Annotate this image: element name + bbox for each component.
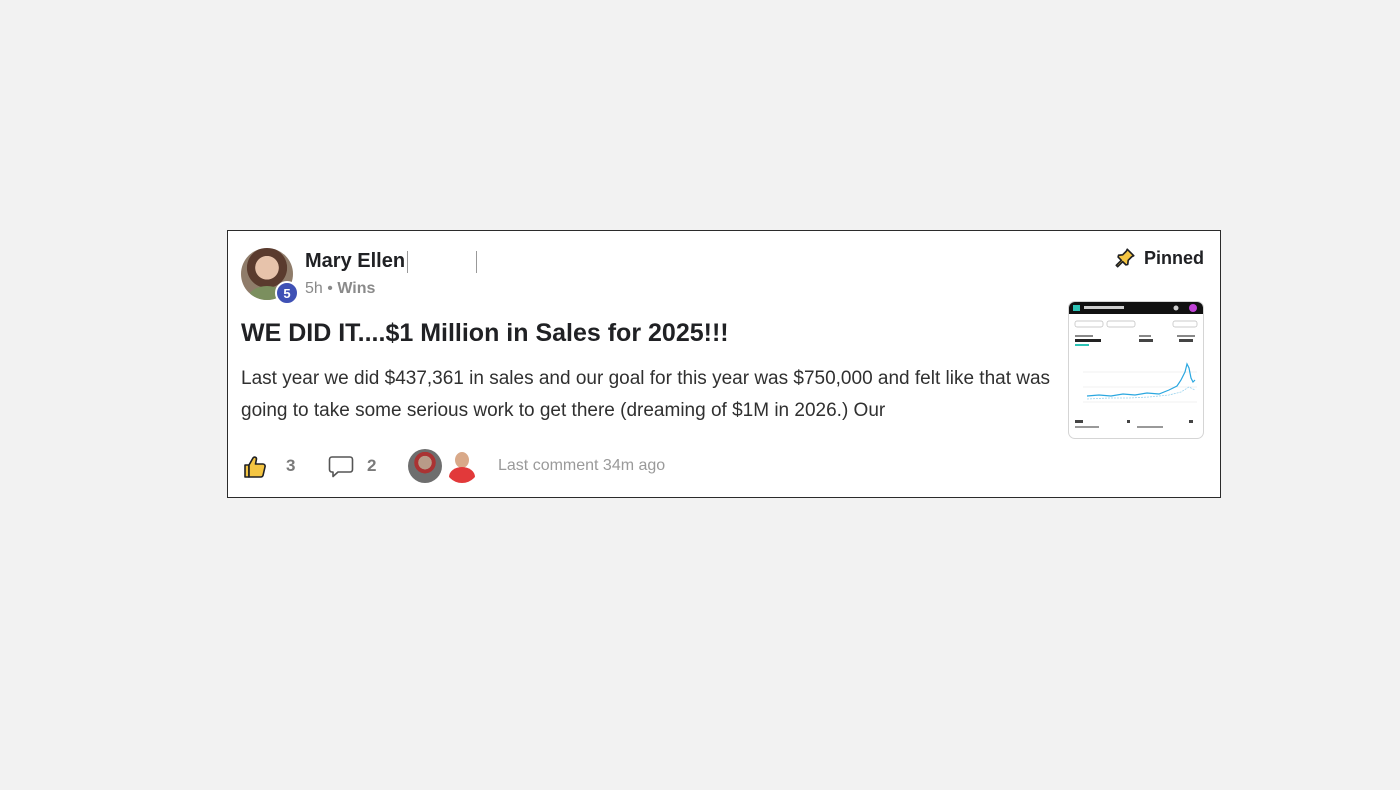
author-name[interactable]: Mary Ellen xyxy=(305,250,405,272)
post-footer: 3 2 Last comment 34m ago xyxy=(242,448,742,484)
commenter-face xyxy=(455,452,469,468)
last-comment-time: Last comment 34m ago xyxy=(498,457,666,474)
post-meta: 5h • Wins xyxy=(305,280,375,298)
commenter-avatar[interactable] xyxy=(445,449,479,483)
level-badge: 5 xyxy=(275,281,299,305)
post-title[interactable]: WE DID IT....$1 Million in Sales for 202… xyxy=(241,319,729,348)
commenter-avatar[interactable] xyxy=(408,449,442,483)
post-card[interactable]: 5 Mary Ellen 5h • Wins Pinned WE DID IT.… xyxy=(227,230,1221,498)
pinned-indicator: Pinned xyxy=(1114,247,1204,269)
author-name-row[interactable]: Mary Ellen xyxy=(305,250,478,273)
meta-separator: • xyxy=(327,280,333,297)
post-category[interactable]: Wins xyxy=(337,280,375,297)
thumbs-up-icon[interactable] xyxy=(242,454,268,480)
pushpin-icon xyxy=(1115,248,1135,268)
pinned-label: Pinned xyxy=(1143,247,1204,268)
redacted-surname xyxy=(407,250,478,273)
sales-dashboard-screenshot xyxy=(1069,302,1203,428)
attachment-thumbnail[interactable] xyxy=(1068,301,1204,439)
like-count: 3 xyxy=(286,456,296,475)
speech-bubble-icon[interactable] xyxy=(328,455,354,479)
post-body-preview[interactable]: Last year we did $437,361 in sales and o… xyxy=(241,363,1061,427)
comment-count: 2 xyxy=(367,456,377,475)
post-time: 5h xyxy=(305,280,323,297)
commenter-shirt xyxy=(449,467,475,483)
